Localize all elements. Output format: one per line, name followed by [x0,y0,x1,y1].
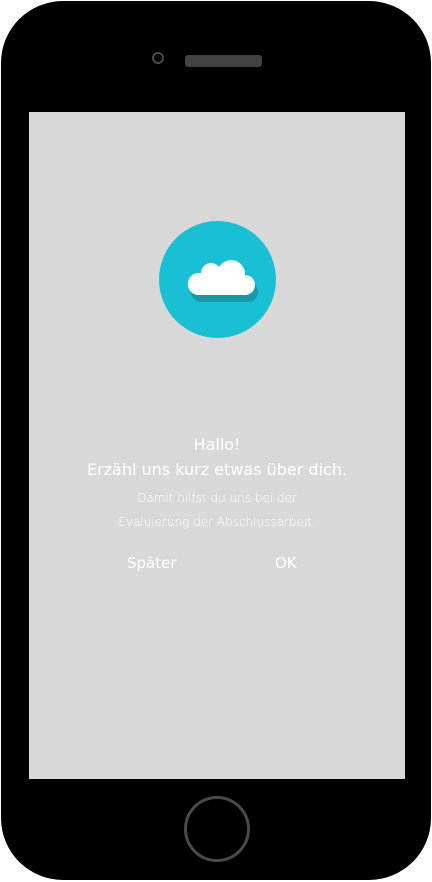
description-line-2: Evaluierung der Abschlussarbeit. [118,515,316,529]
cloud-icon [187,260,258,302]
camera-icon [152,52,164,64]
later-button[interactable]: Später [119,550,185,576]
dialog-title: Hallo! [193,435,241,454]
cloud-badge [159,221,276,338]
speaker-grille [185,55,262,67]
home-button[interactable] [184,796,250,862]
dialog-text: Hallo! Erzähl uns kurz etwas über dich. … [29,432,405,534]
dialog-description: Damit hilfst du uns bei der Evaluierung … [29,486,405,534]
phone-frame: Hallo! Erzähl uns kurz etwas über dich. … [1,1,431,880]
description-line-1: Damit hilfst du uns bei der [137,491,297,505]
dialog-subtitle: Erzähl uns kurz etwas über dich. [86,460,348,479]
screen: Hallo! Erzähl uns kurz etwas über dich. … [29,112,405,779]
ok-button[interactable]: OK [267,550,305,576]
